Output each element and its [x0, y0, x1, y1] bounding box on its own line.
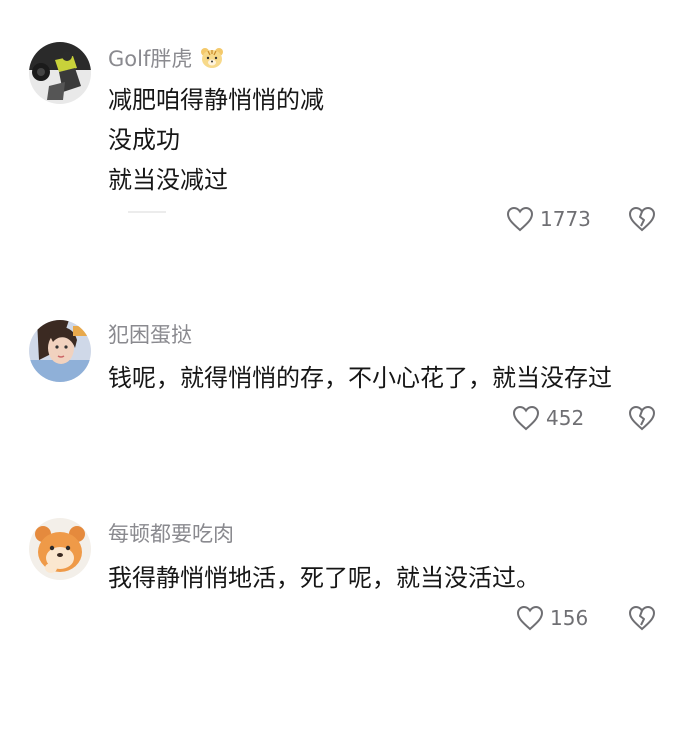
broken-heart-icon [628, 605, 656, 631]
avatar[interactable] [29, 320, 91, 382]
like-button[interactable]: 156 [516, 605, 588, 631]
broken-heart-icon [628, 206, 656, 232]
comment-text-line: 钱呢，就得悄悄的存，不小心花了，就当没存过 [108, 364, 612, 392]
heart-outline-icon [516, 605, 544, 631]
username[interactable]: 犯困蛋挞 [108, 325, 192, 346]
avatar[interactable] [29, 518, 91, 580]
comment-text-line: 没成功 [108, 126, 180, 154]
like-button[interactable]: 452 [512, 405, 584, 431]
dislike-button[interactable] [628, 605, 656, 635]
username[interactable]: Golf胖虎 [108, 47, 192, 71]
comment-text-line: 减肥咱得静悄悄的减 [108, 86, 324, 114]
like-button[interactable]: 1773 [506, 206, 591, 232]
divider [128, 211, 166, 213]
comment-text-line: 就当没减过 [108, 166, 228, 194]
tiger-face-emoji-icon [200, 47, 224, 73]
like-count: 156 [550, 606, 589, 630]
like-count: 1773 [540, 207, 591, 231]
comment-text-line: 我得静悄悄地活，死了呢，就当没活过。 [108, 564, 540, 592]
heart-outline-icon [506, 206, 534, 232]
dislike-button[interactable] [628, 206, 656, 236]
username[interactable]: 每顿都要吃肉 [108, 524, 234, 545]
heart-outline-icon [512, 405, 540, 431]
dislike-button[interactable] [628, 405, 656, 435]
avatar[interactable] [29, 42, 91, 104]
broken-heart-icon [628, 405, 656, 431]
like-count: 452 [546, 406, 585, 430]
